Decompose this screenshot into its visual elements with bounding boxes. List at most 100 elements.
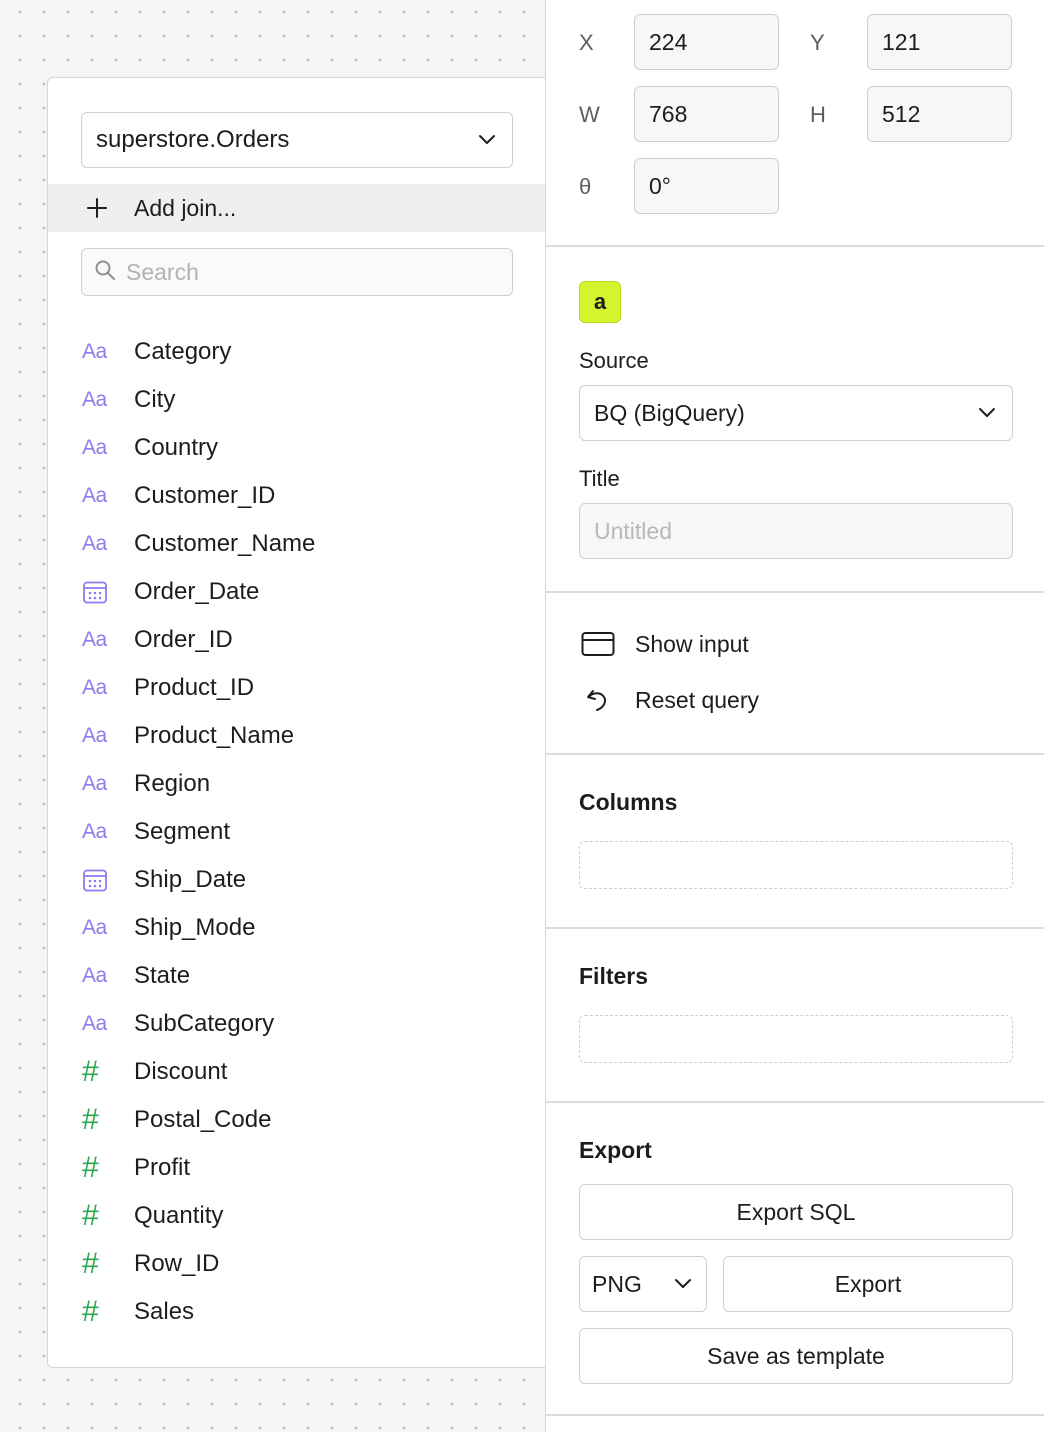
rotation-input[interactable]	[634, 158, 779, 214]
field-item[interactable]: # Profit	[48, 1144, 546, 1192]
undo-icon	[579, 685, 617, 715]
source-label: Source	[579, 348, 649, 373]
field-item[interactable]: Aa Segment	[48, 808, 546, 856]
field-item[interactable]: Order_Date	[48, 568, 546, 616]
field-item[interactable]: Aa Country	[48, 424, 546, 472]
text-type-icon: Aa	[82, 772, 107, 795]
text-type-icon: Aa	[82, 436, 107, 459]
field-item[interactable]: Aa City	[48, 376, 546, 424]
field-item[interactable]: Aa Order_ID	[48, 616, 546, 664]
calendar-icon	[82, 579, 112, 605]
export-format-select[interactable]: PNG	[579, 1256, 707, 1312]
field-name: Country	[134, 434, 219, 461]
x-input[interactable]	[634, 14, 779, 70]
table-select-value: superstore.Orders	[96, 126, 290, 153]
field-item[interactable]: # Postal_Code	[48, 1096, 546, 1144]
inspector-panel: X Y W H θ a Source BQ (BigQuery) Title S…	[545, 0, 1044, 1432]
filters-drop-zone[interactable]	[579, 1015, 1013, 1063]
text-type-icon: Aa	[82, 964, 107, 987]
search-input[interactable]	[126, 258, 512, 286]
text-type-icon: Aa	[82, 340, 107, 363]
export-button[interactable]: Export	[723, 1256, 1013, 1312]
field-item[interactable]: # Sales	[48, 1288, 546, 1336]
divider	[546, 927, 1044, 929]
field-item[interactable]: Aa Customer_Name	[48, 520, 546, 568]
field-item[interactable]: Aa State	[48, 952, 546, 1000]
field-list: Aa Category Aa City Aa Country Aa Customer_ID Aa…	[48, 328, 546, 1336]
reset-query-button[interactable]: Reset query	[579, 685, 759, 715]
text-type-icon: Aa	[82, 916, 107, 939]
columns-label: Columns	[579, 789, 678, 815]
field-item[interactable]: Aa Customer_ID	[48, 472, 546, 520]
h-input[interactable]	[867, 86, 1012, 142]
table-select[interactable]: superstore.Orders	[81, 112, 513, 168]
field-name: Quantity	[134, 1202, 224, 1229]
rotation-label: θ	[579, 174, 592, 199]
divider	[546, 1101, 1044, 1103]
filters-label: Filters	[579, 963, 649, 989]
field-name: Postal_Code	[134, 1106, 272, 1133]
source-select[interactable]: BQ (BigQuery)	[579, 385, 1013, 441]
save-as-template-button[interactable]: Save as template	[579, 1328, 1013, 1384]
chevron-down-icon	[976, 402, 998, 424]
text-type-icon: Aa	[82, 676, 107, 699]
field-name: Order_Date	[134, 578, 260, 605]
field-name: Category	[134, 338, 232, 365]
y-label: Y	[810, 30, 825, 55]
field-name: Ship_Mode	[134, 914, 256, 941]
field-item[interactable]: Aa Category	[48, 328, 546, 376]
field-search	[81, 248, 513, 296]
show-input-label: Show input	[635, 630, 749, 657]
text-type-icon: Aa	[82, 388, 107, 411]
field-name: Region	[134, 770, 211, 797]
export-sql-button[interactable]: Export SQL	[579, 1184, 1013, 1240]
field-name: Row_ID	[134, 1250, 220, 1277]
number-type-icon: #	[82, 1295, 99, 1328]
w-input[interactable]	[634, 86, 779, 142]
x-label: X	[579, 30, 594, 55]
y-input[interactable]	[867, 14, 1012, 70]
show-input-button[interactable]: Show input	[579, 629, 749, 659]
number-type-icon: #	[82, 1199, 99, 1232]
title-label: Title	[579, 466, 620, 491]
plus-icon	[84, 195, 110, 221]
field-name: Product_ID	[134, 674, 255, 701]
source-select-value: BQ (BigQuery)	[594, 399, 745, 426]
columns-drop-zone[interactable]	[579, 841, 1013, 889]
field-item[interactable]: Aa SubCategory	[48, 1000, 546, 1048]
chevron-down-icon	[476, 129, 498, 151]
divider	[546, 245, 1044, 247]
fields-panel: superstore.Orders Add join... Aa Category…	[47, 77, 547, 1368]
divider	[546, 1414, 1044, 1416]
number-type-icon: #	[82, 1151, 99, 1184]
field-item[interactable]: Aa Product_ID	[48, 664, 546, 712]
field-item[interactable]: Ship_Date	[48, 856, 546, 904]
field-name: Customer_Name	[134, 530, 316, 557]
number-type-icon: #	[82, 1247, 99, 1280]
field-item[interactable]: # Discount	[48, 1048, 546, 1096]
chevron-down-icon	[672, 1273, 694, 1295]
divider	[546, 591, 1044, 593]
field-name: Product_Name	[134, 722, 295, 749]
field-name: SubCategory	[134, 1010, 275, 1037]
h-label: H	[810, 102, 826, 127]
field-name: Customer_ID	[134, 482, 276, 509]
field-item[interactable]: Aa Ship_Mode	[48, 904, 546, 952]
calendar-icon	[82, 867, 112, 893]
field-name: Ship_Date	[134, 866, 247, 893]
add-join-button[interactable]: Add join...	[48, 184, 546, 232]
field-name: State	[134, 962, 191, 989]
text-type-icon: Aa	[82, 1012, 107, 1035]
field-item[interactable]: # Row_ID	[48, 1240, 546, 1288]
field-name: Order_ID	[134, 626, 233, 653]
alias-badge[interactable]: a	[579, 281, 621, 323]
text-type-icon: Aa	[82, 820, 107, 843]
field-name: Profit	[134, 1154, 191, 1181]
field-item[interactable]: Aa Product_Name	[48, 712, 546, 760]
field-item[interactable]: # Quantity	[48, 1192, 546, 1240]
field-item[interactable]: Aa Region	[48, 760, 546, 808]
field-name: Segment	[134, 818, 231, 845]
title-input[interactable]	[579, 503, 1013, 559]
text-type-icon: Aa	[82, 628, 107, 651]
field-name: Discount	[134, 1058, 228, 1085]
